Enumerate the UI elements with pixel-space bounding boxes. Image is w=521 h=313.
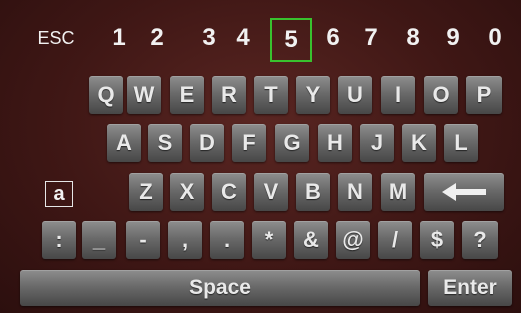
case-toggle-key[interactable]: a [45,181,73,207]
key-underscore[interactable]: _ [82,221,116,259]
key-comma[interactable]: , [168,221,202,259]
key-8[interactable]: 8 [398,20,428,56]
key-t[interactable]: T [254,76,288,114]
key-f[interactable]: F [232,124,266,162]
key-slash[interactable]: / [378,221,412,259]
key-l[interactable]: L [444,124,478,162]
key-i[interactable]: I [381,76,415,114]
key-5-selected[interactable]: 5 [270,18,312,62]
key-r[interactable]: R [212,76,246,114]
onscreen-keyboard: ESC 1 2 3 4 5 6 7 8 9 0 Q W E R T Y U I … [0,0,521,313]
key-9[interactable]: 9 [438,20,468,56]
key-p[interactable]: P [466,76,502,114]
key-1[interactable]: 1 [104,20,134,56]
key-x[interactable]: X [170,173,204,211]
key-6[interactable]: 6 [318,20,348,56]
backspace-key[interactable] [424,173,504,211]
key-m[interactable]: M [381,173,415,211]
key-w[interactable]: W [127,76,161,114]
key-q[interactable]: Q [89,76,123,114]
key-3[interactable]: 3 [194,20,224,56]
key-j[interactable]: J [360,124,394,162]
key-2[interactable]: 2 [142,20,172,56]
key-k[interactable]: K [402,124,436,162]
key-a[interactable]: A [107,124,141,162]
key-ampersand[interactable]: & [294,221,328,259]
key-c[interactable]: C [212,173,246,211]
key-hyphen[interactable]: - [126,221,160,259]
key-v[interactable]: V [254,173,288,211]
key-b[interactable]: B [296,173,330,211]
key-dollar[interactable]: $ [420,221,454,259]
enter-key[interactable]: Enter [428,270,512,306]
key-u[interactable]: U [338,76,372,114]
key-period[interactable]: . [210,221,244,259]
key-s[interactable]: S [148,124,182,162]
key-o[interactable]: O [424,76,458,114]
key-n[interactable]: N [338,173,372,211]
key-y[interactable]: Y [296,76,330,114]
key-at[interactable]: @ [336,221,370,259]
key-4[interactable]: 4 [228,20,258,56]
key-z[interactable]: Z [129,173,163,211]
key-0[interactable]: 0 [480,20,510,56]
key-colon[interactable]: : [42,221,76,259]
key-h[interactable]: H [318,124,352,162]
space-key[interactable]: Space [20,270,420,306]
key-7[interactable]: 7 [356,20,386,56]
esc-key[interactable]: ESC [26,20,86,56]
key-d[interactable]: D [190,124,224,162]
left-arrow-icon [442,183,486,201]
key-question[interactable]: ? [462,221,498,259]
key-e[interactable]: E [170,76,204,114]
key-g[interactable]: G [275,124,309,162]
key-asterisk[interactable]: * [252,221,286,259]
